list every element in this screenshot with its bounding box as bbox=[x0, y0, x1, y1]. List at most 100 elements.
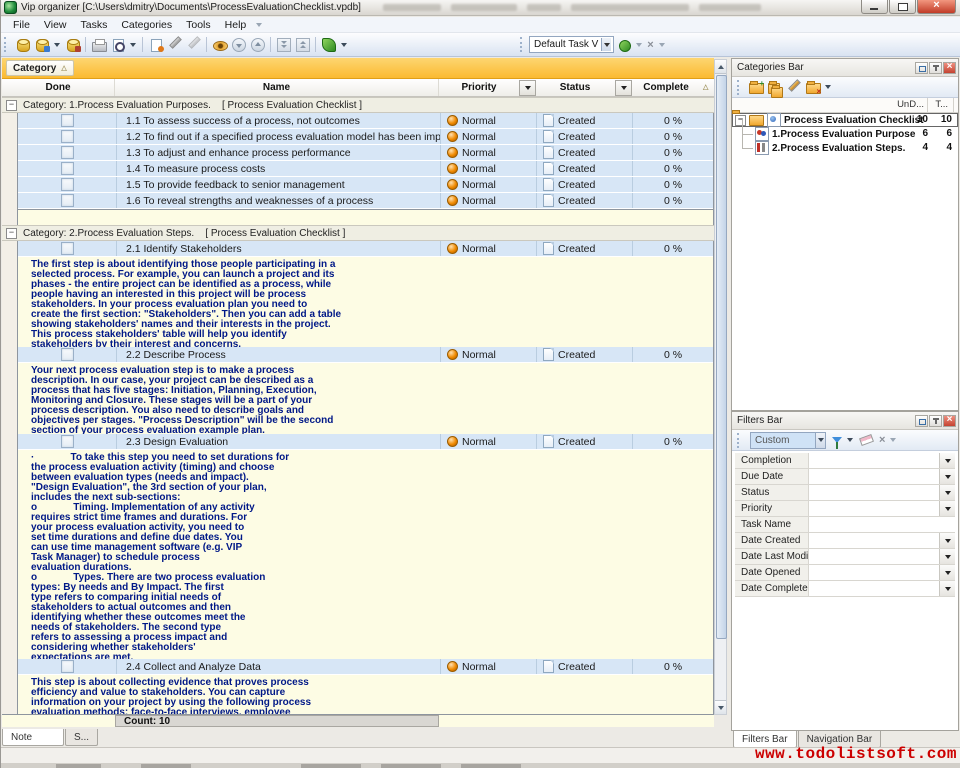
edit-task-icon[interactable] bbox=[166, 36, 183, 53]
done-checkbox[interactable] bbox=[61, 242, 74, 255]
done-checkbox[interactable] bbox=[61, 348, 74, 361]
open-database-icon[interactable] bbox=[33, 36, 50, 53]
move-up-icon[interactable] bbox=[249, 36, 266, 53]
assign-view-icon[interactable] bbox=[615, 36, 632, 53]
clear-filter-icon[interactable] bbox=[859, 434, 874, 446]
task-row[interactable]: 2.2 Describe Process Normal Created 0 % bbox=[18, 347, 713, 363]
menu-help[interactable]: Help bbox=[218, 18, 254, 32]
view-dropdown-icon[interactable] bbox=[341, 43, 347, 47]
menu-tasks[interactable]: Tasks bbox=[74, 18, 115, 32]
new-category-icon[interactable]: + bbox=[747, 79, 764, 96]
edit-category-icon[interactable] bbox=[785, 79, 802, 96]
group-row-1[interactable]: − Category: 1.Process Evaluation Purpose… bbox=[2, 97, 714, 113]
filters-toolbar-overflow[interactable] bbox=[890, 438, 896, 442]
tab-more[interactable]: S... bbox=[65, 729, 98, 746]
category-tree-root[interactable]: − Process Evaluation Checklist 10 10 bbox=[732, 113, 958, 127]
toolbar-grip[interactable] bbox=[4, 37, 9, 52]
assign-view-dropdown-icon[interactable] bbox=[636, 43, 642, 47]
maximize-button[interactable] bbox=[889, 0, 916, 14]
menu-view[interactable]: View bbox=[37, 18, 74, 32]
categories-toolbar-grip[interactable] bbox=[737, 80, 742, 95]
done-checkbox[interactable] bbox=[61, 178, 74, 191]
expand-all-icon[interactable] bbox=[275, 36, 292, 53]
column-header-status[interactable]: Status bbox=[535, 79, 615, 96]
filter-dropdown-button[interactable] bbox=[939, 501, 955, 516]
save-database-icon[interactable] bbox=[64, 36, 81, 53]
task-view-combo-arrow[interactable] bbox=[601, 38, 611, 51]
filter-dropdown-button[interactable] bbox=[939, 549, 955, 564]
close-button[interactable] bbox=[917, 0, 956, 14]
group-by-category-chip[interactable]: Category △ bbox=[6, 60, 74, 76]
move-down-icon[interactable] bbox=[230, 36, 247, 53]
panel-pin-button[interactable] bbox=[929, 415, 942, 427]
task-view-combo[interactable]: Default Task V bbox=[529, 36, 614, 53]
done-checkbox[interactable] bbox=[61, 435, 74, 448]
collapse-all-icon[interactable] bbox=[294, 36, 311, 53]
task-row[interactable]: 1.4 To measure process costs Normal Crea… bbox=[18, 161, 713, 177]
show-notes-icon[interactable] bbox=[211, 36, 228, 53]
filter-preset-combo[interactable]: Custom bbox=[750, 432, 826, 449]
filter-value-field[interactable] bbox=[809, 533, 939, 548]
clone-task-icon[interactable] bbox=[185, 36, 202, 53]
collapse-group-icon[interactable]: − bbox=[6, 228, 17, 239]
apply-view-icon[interactable] bbox=[320, 36, 337, 53]
filter-dropdown-button[interactable] bbox=[939, 485, 955, 500]
total-column-header[interactable]: T... bbox=[935, 99, 948, 110]
filter-value-field[interactable] bbox=[809, 453, 939, 468]
column-header-priority[interactable]: Priority bbox=[439, 79, 519, 96]
filter-value-field[interactable] bbox=[809, 565, 939, 580]
collapse-group-icon[interactable]: − bbox=[6, 100, 17, 111]
print-dropdown-icon[interactable] bbox=[130, 43, 136, 47]
menu-file[interactable]: File bbox=[6, 18, 37, 32]
task-row[interactable]: 2.4 Collect and Analyze Data Normal Crea… bbox=[18, 659, 713, 675]
filter-dropdown-button[interactable] bbox=[939, 453, 955, 468]
view-toolbar-grip[interactable] bbox=[520, 37, 525, 52]
grid-vertical-scrollbar[interactable] bbox=[714, 59, 727, 715]
new-task-icon[interactable] bbox=[147, 36, 164, 53]
print-preview-icon[interactable] bbox=[109, 36, 126, 53]
done-checkbox[interactable] bbox=[61, 660, 74, 673]
apply-filter-icon[interactable] bbox=[832, 437, 842, 443]
panel-close-button[interactable] bbox=[943, 415, 956, 427]
category-tree-item[interactable]: 1.Process Evaluation Purpose 6 6 bbox=[732, 127, 958, 141]
done-checkbox[interactable] bbox=[61, 162, 74, 175]
task-row[interactable]: 1.2 To find out if a specified process e… bbox=[18, 129, 713, 145]
filter-dropdown-button[interactable] bbox=[939, 469, 955, 484]
new-database-icon[interactable] bbox=[14, 36, 31, 53]
tab-note[interactable]: Note bbox=[2, 729, 64, 746]
menu-categories[interactable]: Categories bbox=[114, 18, 179, 32]
panel-pin-button[interactable] bbox=[929, 62, 942, 74]
new-subcategory-icon[interactable] bbox=[766, 79, 783, 96]
menu-overflow-arrow[interactable] bbox=[256, 23, 262, 27]
filter-dropdown-button[interactable] bbox=[939, 565, 955, 580]
filter-value-field[interactable] bbox=[809, 517, 955, 532]
column-header-name[interactable]: Name bbox=[115, 79, 439, 96]
priority-filter-dropdown[interactable] bbox=[519, 80, 536, 96]
undone-column-header[interactable]: UnD... bbox=[897, 99, 924, 110]
status-filter-dropdown[interactable] bbox=[615, 80, 632, 96]
column-header-done[interactable]: Done bbox=[2, 79, 115, 96]
scrollbar-thumb[interactable] bbox=[716, 75, 727, 639]
task-row[interactable]: 2.1 Identify Stakeholders Normal Created… bbox=[18, 241, 713, 257]
panel-close-button[interactable] bbox=[943, 62, 956, 74]
filters-toolbar-grip[interactable] bbox=[737, 433, 742, 448]
done-checkbox[interactable] bbox=[61, 194, 74, 207]
task-row[interactable]: 1.5 To provide feedback to senior manage… bbox=[18, 177, 713, 193]
menu-tools[interactable]: Tools bbox=[179, 18, 218, 32]
scroll-down-button[interactable] bbox=[715, 700, 726, 714]
delete-filter-icon[interactable]: × bbox=[877, 434, 887, 446]
panel-float-button[interactable] bbox=[915, 62, 928, 74]
delete-category-icon[interactable]: × bbox=[804, 79, 821, 96]
task-row[interactable]: 1.1 To assess success of a process, not … bbox=[18, 113, 713, 129]
task-row[interactable]: 1.6 To reveal strengths and weaknesses o… bbox=[18, 193, 713, 209]
panel-float-button[interactable] bbox=[915, 415, 928, 427]
category-tree-item[interactable]: 2.Process Evaluation Steps. 4 4 bbox=[732, 141, 958, 155]
filter-dropdown-button[interactable] bbox=[939, 533, 955, 548]
filter-value-field[interactable] bbox=[809, 485, 939, 500]
done-checkbox[interactable] bbox=[61, 130, 74, 143]
filter-value-field[interactable] bbox=[809, 501, 939, 516]
scroll-up-button[interactable] bbox=[715, 60, 726, 74]
filter-value-field[interactable] bbox=[809, 549, 939, 564]
filter-dropdown-button[interactable] bbox=[939, 581, 955, 596]
minimize-button[interactable] bbox=[861, 0, 888, 14]
